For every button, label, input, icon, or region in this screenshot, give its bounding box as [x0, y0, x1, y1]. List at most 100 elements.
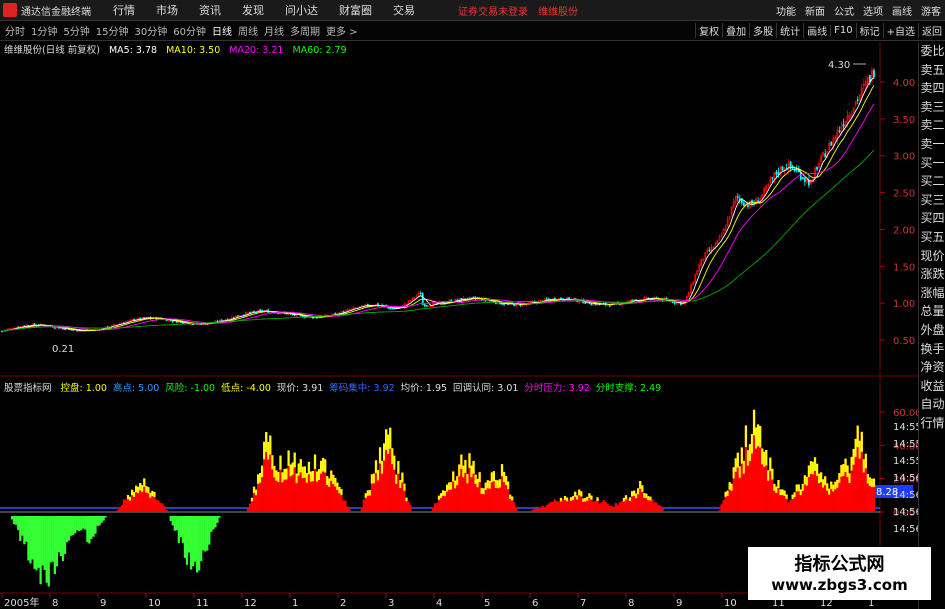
- xaxis-label-0: 2005年: [4, 596, 39, 609]
- candle-body: [387, 306, 390, 309]
- xaxis-label-8: 3: [388, 598, 394, 609]
- candle-body: [671, 301, 674, 304]
- price-tick-label-3: 2.50: [893, 189, 915, 200]
- candle-body: [425, 305, 428, 307]
- side-panel-item-15[interactable]: 外盘: [919, 321, 945, 340]
- kline-chart[interactable]: 4.00 3.50 3.00 2.50 2.00 1.50 1.00 0.50 4.30 0.21…: [0, 0, 918, 609]
- candle-body: [708, 249, 711, 252]
- side-panel-item-0[interactable]: 委比: [919, 42, 945, 61]
- watermark-title: 指标公式网: [794, 554, 885, 575]
- side-panel-item-14[interactable]: 总量: [919, 302, 945, 321]
- candle-body: [608, 305, 611, 307]
- candle-body: [584, 302, 587, 304]
- side-panel-item-9[interactable]: 买四: [919, 209, 945, 228]
- candle-body: [742, 202, 745, 207]
- candle-body: [590, 303, 593, 306]
- candle-body: [259, 309, 262, 311]
- side-panel-item-11[interactable]: 现价: [919, 247, 945, 266]
- side-panel-item-18[interactable]: 收益: [919, 377, 945, 396]
- candle-body: [803, 177, 806, 182]
- xaxis-label-3: 10: [148, 598, 161, 609]
- candle-body: [816, 167, 818, 170]
- candle-body: [781, 166, 784, 171]
- candle-body: [738, 198, 741, 200]
- watermark-url: www.zbgs3.com: [771, 576, 908, 594]
- price-tick-label-5: 1.50: [893, 262, 915, 273]
- side-panel-item-16[interactable]: 换手: [919, 340, 945, 359]
- price-tick-label-6: 1.00: [893, 299, 915, 310]
- xaxis-label-7: 2: [340, 598, 346, 609]
- candle-body: [777, 172, 780, 174]
- top-right-item-5[interactable]: 游客: [921, 3, 941, 18]
- low-price-label: 0.21: [52, 344, 74, 355]
- candle-body: [513, 304, 516, 307]
- candle-body: [547, 298, 550, 300]
- xaxis-label-10: 5: [484, 598, 490, 609]
- side-panel-item-13[interactable]: 涨幅: [919, 284, 945, 303]
- candle-body: [747, 204, 749, 207]
- candle-body: [775, 171, 778, 175]
- time-label-3: 14:56: [893, 473, 918, 484]
- xaxis-label-11: 6: [532, 598, 538, 609]
- candle-body: [873, 70, 875, 78]
- ind-tick-label-0: 60.00: [893, 408, 918, 419]
- side-panel-item-8[interactable]: 买三: [919, 191, 945, 210]
- ma20-line: [1, 103, 875, 332]
- ma10-line: [1, 85, 875, 332]
- xaxis-label-15: 10: [724, 598, 737, 609]
- time-label-0: 14:55: [893, 422, 918, 433]
- price-tick-label-1: 3.50: [893, 115, 915, 126]
- time-label-1: 14:55: [893, 439, 918, 450]
- candle-body: [389, 307, 392, 310]
- side-panel-item-10[interactable]: 买五: [919, 228, 945, 247]
- candle-body: [501, 303, 503, 305]
- side-panel-item-2[interactable]: 卖四: [919, 79, 945, 98]
- side-panel-item-5[interactable]: 卖一: [919, 135, 945, 154]
- candle-body: [842, 124, 845, 127]
- side-panel-item-7[interactable]: 买二: [919, 172, 945, 191]
- candle-body: [472, 296, 475, 298]
- watermark: 指标公式网 www.zbgs3.com: [748, 547, 931, 600]
- candle-body: [423, 304, 426, 307]
- candle-body: [751, 200, 753, 205]
- price-tick-label-4: 2.00: [893, 225, 915, 236]
- time-label-2: 14:55: [893, 456, 918, 467]
- side-panel-item-1[interactable]: 卖五: [919, 61, 945, 80]
- side-panel-item-3[interactable]: 卖三: [919, 98, 945, 117]
- candle-body: [236, 315, 239, 317]
- xaxis-label-13: 8: [628, 598, 634, 609]
- candle-body: [799, 172, 802, 180]
- tool-button-8[interactable]: 返回: [918, 23, 945, 38]
- candle-body: [830, 142, 833, 146]
- candle-body: [824, 153, 827, 158]
- price-tick-label-2: 3.00: [893, 152, 915, 163]
- candle-body: [789, 161, 792, 168]
- candle-body: [793, 169, 796, 172]
- candle-body: [391, 308, 394, 310]
- candle-body: [62, 328, 64, 330]
- candle-body: [277, 312, 280, 315]
- price-tick-label-0: 4.00: [893, 78, 915, 89]
- candle-body: [419, 292, 422, 295]
- candle-body: [673, 301, 676, 304]
- xaxis-label-5: 12: [244, 598, 257, 609]
- candle-body: [53, 327, 56, 329]
- candle-body: [106, 326, 109, 328]
- side-panel-item-17[interactable]: 净资: [919, 358, 945, 377]
- side-panel-item-6[interactable]: 买一: [919, 154, 945, 173]
- side-panel-item-19[interactable]: 自动: [919, 395, 945, 414]
- quote-side-panel: 委比 卖五 卖四 卖三 卖二 卖一 买一 买二 买三 买四 买五 现价 涨跌 涨幅 总量 外盘 换手 净资 收益 自动…: [918, 42, 945, 609]
- candle-body: [171, 320, 174, 323]
- side-panel-item-20[interactable]: 行情: [919, 414, 945, 433]
- side-panel-item-12[interactable]: 涨跌: [919, 265, 945, 284]
- candle-body: [869, 75, 871, 83]
- candle-body: [801, 177, 804, 180]
- xaxis-label-12: 7: [580, 598, 586, 609]
- xaxis-label-6: 1: [292, 598, 298, 609]
- candle-body: [736, 196, 739, 198]
- price-tick-label-7: 0.50: [893, 336, 915, 347]
- time-label-6: 14:56: [893, 524, 918, 535]
- xaxis-label-2: 9: [100, 598, 106, 609]
- side-panel-item-4[interactable]: 卖二: [919, 116, 945, 135]
- candle-body: [856, 99, 859, 101]
